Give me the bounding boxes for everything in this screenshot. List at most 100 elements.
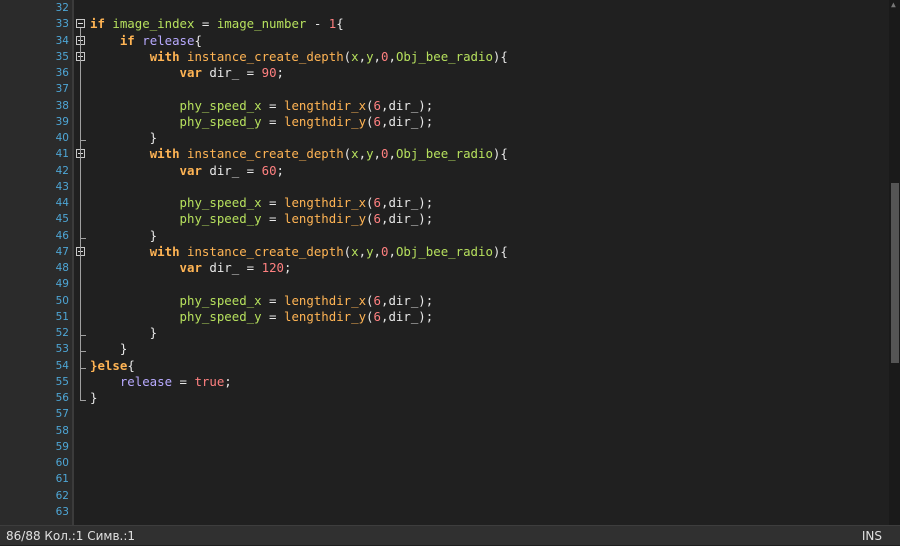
code-token: , [373,243,381,259]
fold-end-marker [80,367,86,369]
code-editor[interactable]: 32 33 34 35 36 37 38 39 40 41 42 43 44 45 46 47 48 49 50 51… [0,0,889,525]
code-line[interactable]: phy_speed_x = lengthdir_x(6,dir_); [90,292,434,309]
code-token: { [127,357,135,373]
code-line[interactable]: var dir_ = 120; [90,260,292,276]
code-token: 60 [261,162,277,178]
code-line[interactable]: release = true; [90,374,232,390]
line-number: 55 [55,375,69,388]
code-token: if [119,32,135,48]
line-number: 32 [55,2,69,14]
code-line[interactable]: if release{ [90,33,202,49]
scroll-up-arrow-icon[interactable]: ▲ [891,1,896,9]
insert-mode-indicator[interactable]: INS [862,526,882,546]
code-token: ( [366,113,374,129]
line-number: 43 [55,180,69,193]
code-token: , [358,243,367,259]
line-number: 51 [55,310,69,323]
code-token: with [149,48,180,64]
line-number: 61 [55,473,69,486]
code-token: Obj_bee_radio [395,48,493,64]
code-line[interactable]: phy_speed_x = lengthdir_x(6,dir_); [90,195,434,211]
code-token: x [351,48,359,64]
code-token: with [149,146,180,162]
line-number: 41 [55,148,69,161]
line-number-gutter: 32 33 34 35 36 37 38 39 40 41 42 43 44 45 46 47 48 49 50 51… [0,0,72,525]
code-token: phy_speed_y [179,113,262,129]
code-token: ,dir_); [380,292,434,308]
code-token: 6 [373,113,381,129]
code-token: 6 [373,292,381,308]
line-number: 58 [55,424,69,437]
code-line[interactable]: }else{ [90,358,135,374]
scrollbar-thumb[interactable] [891,183,899,363]
code-token: ; [276,65,284,80]
code-line[interactable]: with instance_create_depth(x,y,0,Obj_bee… [90,49,508,65]
code-token: 6 [373,97,381,113]
fold-toggle-icon[interactable] [76,19,85,29]
code-line[interactable]: with instance_create_depth(x,y,0,Obj_bee… [90,244,508,260]
code-token: 6 [373,195,381,210]
code-token: 120 [261,260,284,275]
code-token: , [358,48,367,64]
line-number: 63 [55,505,69,518]
code-line[interactable]: var dir_ = 90; [90,65,284,81]
line-number: 49 [55,278,69,291]
code-token: Obj_bee_radio [395,243,493,259]
code-line[interactable]: var dir_ = 60; [90,163,284,179]
line-number: 56 [55,392,69,404]
code-token: , [388,48,396,64]
line-number: 52 [55,327,69,339]
code-line[interactable]: if image_index = image_number - 1{ [90,16,344,32]
code-token: ( [366,97,374,113]
code-token: = [261,308,284,324]
line-number: 37 [55,83,69,96]
code-line[interactable]: } [90,341,127,357]
code-line[interactable]: } [90,390,97,406]
code-token: lengthdir_y [283,308,367,324]
code-token: { [500,146,508,162]
code-line[interactable]: } [90,130,157,146]
code-token: ( [343,146,352,162]
code-token: dir_ = [201,162,262,178]
code-line[interactable]: with instance_create_depth(x,y,0,Obj_bee… [90,146,508,162]
code-token: release [142,32,195,48]
code-token: lengthdir_y [283,113,367,129]
line-number: 60 [55,457,69,469]
code-token: x [351,146,359,162]
fold-column [74,0,90,525]
code-token: var [179,65,202,80]
code-token: , [388,243,396,259]
fold-end-marker [80,140,86,141]
code-token: { [194,32,202,48]
line-number: 34 [55,34,69,47]
code-token: ( [343,243,352,259]
code-line[interactable]: phy_speed_y = lengthdir_y(6,dir_); [90,113,434,130]
code-line[interactable]: phy_speed_y = lengthdir_y(6,dir_); [90,308,434,325]
code-token: var [179,162,202,178]
code-line[interactable]: } [90,325,157,341]
line-number: 57 [55,408,69,421]
code-token: { [500,243,508,259]
code-line[interactable]: phy_speed_y = lengthdir_y(6,dir_); [90,211,434,227]
code-token: ,dir_); [380,195,434,210]
status-bar: 86/88 Кол.:1 Симв.:1 INS [0,525,900,545]
line-number: 40 [55,132,69,144]
code-token: ; [276,162,284,178]
code-line[interactable]: } [90,228,157,244]
vertical-scrollbar[interactable]: ▲ [889,0,900,525]
code-token: y [366,243,374,259]
code-token: lengthdir_x [283,97,367,113]
line-number: 48 [55,262,69,274]
code-token: lengthdir_x [283,292,367,308]
code-token: } [90,341,128,357]
line-number: 42 [55,164,69,177]
code-token: } [90,325,158,340]
code-token: ( [366,195,374,210]
line-number: 54 [55,359,69,372]
code-line[interactable]: phy_speed_x = lengthdir_x(6,dir_); [90,97,434,114]
code-token: with [149,243,180,259]
